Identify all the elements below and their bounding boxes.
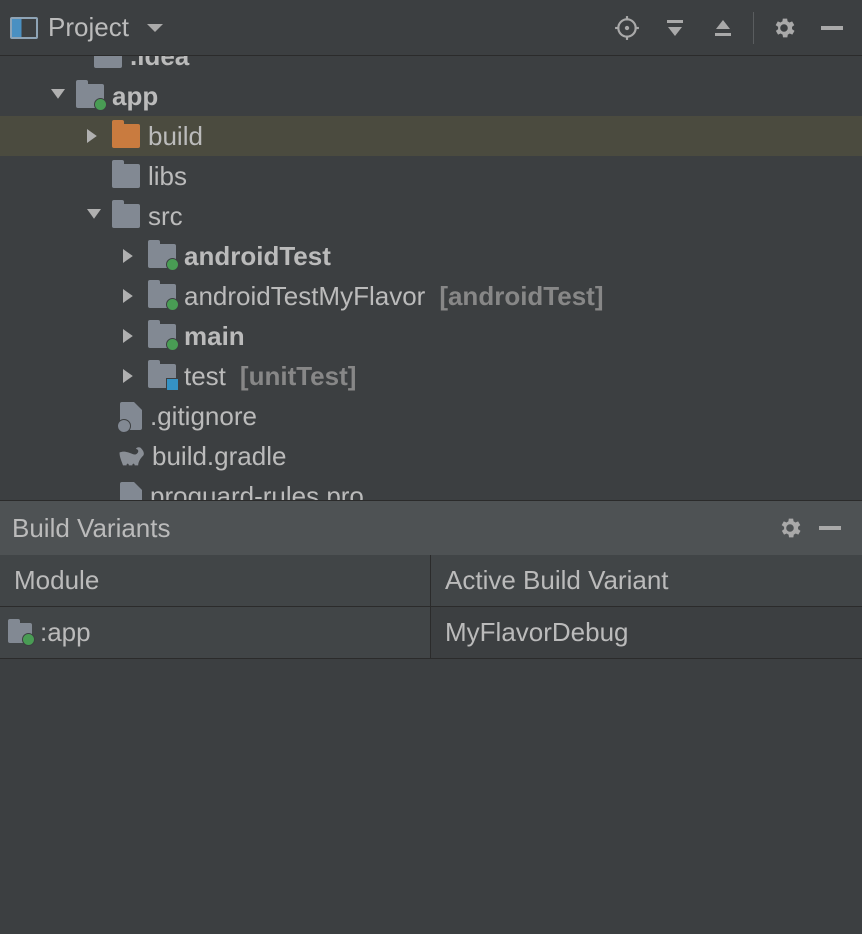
toolbar-divider [753,12,754,44]
project-tree: .idea app build libs src [0,56,862,500]
module-cell[interactable]: :app [0,607,431,658]
file-icon [120,402,142,430]
chevron-right-icon[interactable] [120,246,140,266]
variant-cell[interactable]: MyFlavorDebug [431,607,862,658]
test-folder-icon [148,364,176,388]
tree-item-main[interactable]: main [0,316,862,356]
tree-item-build-gradle[interactable]: build.gradle [0,436,862,476]
file-icon [120,482,142,500]
project-view-selector[interactable]: Project [10,12,163,43]
chevron-down-icon[interactable] [84,206,104,226]
column-module[interactable]: Module [0,555,431,606]
chevron-right-icon[interactable] [120,326,140,346]
collapse-all-icon[interactable] [703,8,743,48]
module-name: :app [40,617,91,648]
tree-item-gitignore[interactable]: .gitignore [0,396,862,436]
tree-item-test[interactable]: test [unitTest] [0,356,862,396]
build-variants-row: :app MyFlavorDebug [0,607,862,659]
variant-value: MyFlavorDebug [445,617,629,648]
gradle-icon [116,444,144,468]
project-view-label: Project [48,12,129,43]
tree-item-app[interactable]: app [0,76,862,116]
chevron-right-icon[interactable] [84,126,104,146]
minimize-icon[interactable] [810,508,850,548]
minimize-icon[interactable] [812,8,852,48]
gear-icon[interactable] [764,8,804,48]
excluded-folder-icon [112,124,140,148]
tree-item-idea[interactable]: .idea [0,56,862,76]
tree-item-androidtestmyflavor[interactable]: androidTestMyFlavor [androidTest] [0,276,862,316]
build-variants-title: Build Variants [12,513,171,544]
chevron-down-icon [147,24,163,32]
gear-icon[interactable] [770,508,810,548]
module-folder-icon [76,84,104,108]
tree-item-src[interactable]: src [0,196,862,236]
expand-all-icon[interactable] [655,8,695,48]
project-pane-icon [10,17,38,39]
chevron-right-icon[interactable] [120,366,140,386]
source-folder-icon [148,284,176,308]
project-toolbar: Project [0,0,862,56]
folder-icon [112,164,140,188]
folder-icon [112,204,140,228]
chevron-down-icon[interactable] [48,86,68,106]
tree-item-androidtest[interactable]: androidTest [0,236,862,276]
build-variants-header: Build Variants [0,501,862,555]
folder-icon [94,56,122,68]
source-folder-icon [148,244,176,268]
tree-item-proguard[interactable]: proguard-rules.pro [0,476,862,500]
build-variants-empty-area [0,659,862,934]
tree-item-build[interactable]: build [0,116,862,156]
tree-item-libs[interactable]: libs [0,156,862,196]
column-variant[interactable]: Active Build Variant [431,555,862,606]
source-folder-icon [148,324,176,348]
chevron-right-icon[interactable] [120,286,140,306]
build-variants-table-header: Module Active Build Variant [0,555,862,607]
locate-icon[interactable] [607,8,647,48]
build-variants-panel: Build Variants Module Active Build Varia… [0,500,862,934]
module-folder-icon [8,623,32,643]
